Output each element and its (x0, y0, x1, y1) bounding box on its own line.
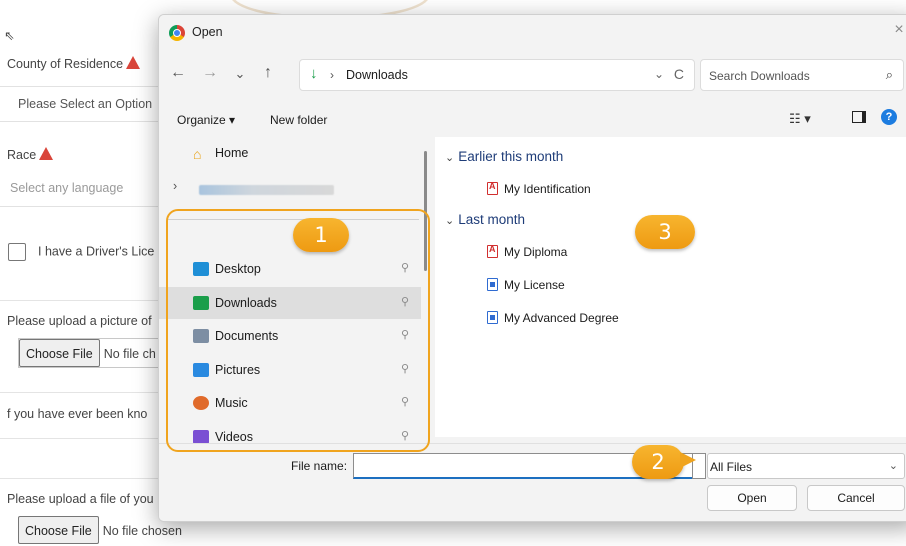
address-bar[interactable]: ↓ › Downloads ⌄ C (299, 59, 695, 91)
file-item[interactable]: My Diploma (487, 244, 567, 259)
dialog-title: Open (192, 25, 223, 39)
file-type-select[interactable]: All Files ⌄ (707, 453, 905, 479)
upload-picture-label: Please upload a picture of (7, 314, 152, 328)
choose-file-button[interactable]: Choose File (19, 339, 100, 367)
refresh-icon[interactable]: C (674, 66, 684, 82)
pointer-arrow-icon (680, 452, 696, 468)
search-input[interactable]: Search Downloads (709, 69, 810, 83)
address-dropdown-icon[interactable]: ⌄ (654, 67, 664, 81)
navigation-bar: ← → ⌄ ↑ ↓ › Downloads ⌄ C Search Downloa… (159, 55, 906, 95)
pdf-icon (487, 181, 498, 195)
search-icon: ⌕ (885, 67, 893, 82)
sidebar-item-home[interactable]: ⌂ Home (159, 137, 421, 169)
back-button[interactable]: ← (167, 64, 189, 82)
drivers-license-checkbox[interactable] (8, 243, 26, 261)
file-item[interactable]: My Advanced Degree (487, 311, 619, 325)
dialog-footer: File name: All Files ⌄ Open Cancel (159, 443, 906, 521)
open-button[interactable]: Open (707, 485, 797, 511)
command-bar: Organize ▾ New folder ☷ ▾ (159, 103, 906, 137)
step-badge-3: 3 (635, 215, 695, 249)
help-icon[interactable]: ? (881, 109, 897, 125)
collapse-chevron-icon[interactable]: ⌄ (445, 152, 454, 164)
upload-file-label: Please upload a file of you (7, 492, 154, 506)
county-label: County of Residence (7, 56, 141, 71)
collapse-chevron-icon[interactable]: ⌄ (445, 215, 454, 227)
preview-pane-icon[interactable] (852, 111, 866, 123)
divider (0, 478, 170, 479)
drivers-license-row[interactable]: I have a Driver's Lice (8, 243, 154, 261)
chrome-icon (169, 25, 185, 41)
view-options-icon[interactable]: ☷ ▾ (789, 111, 811, 127)
step-badge-2: 2 (632, 445, 684, 479)
known-as-label: f you have ever been kno (7, 407, 148, 421)
divider (0, 392, 170, 393)
cursor-icon: ⇖ (4, 29, 15, 43)
file-name-label: File name: (291, 459, 348, 473)
cancel-button[interactable]: Cancel (807, 485, 905, 511)
close-button[interactable]: × (889, 21, 906, 39)
organize-menu[interactable]: Organize ▾ (177, 113, 235, 127)
new-folder-button[interactable]: New folder (270, 113, 327, 127)
group-header-earlier-this-month[interactable]: ⌄ Earlier this month (445, 149, 563, 164)
up-button[interactable]: ↑ (257, 64, 279, 82)
file-item[interactable]: My Identification (487, 181, 591, 196)
document-icon (487, 311, 498, 324)
county-select[interactable]: Please Select an Option (0, 86, 170, 122)
downloads-icon: ↓ (310, 65, 318, 82)
breadcrumb-downloads[interactable]: Downloads (346, 68, 408, 82)
step-badge-1: 1 (293, 218, 349, 252)
file-item[interactable]: My License (487, 278, 565, 292)
race-label: Race (7, 147, 54, 162)
warning-icon (126, 56, 141, 69)
choose-file-button[interactable]: Choose File (18, 516, 99, 544)
file-list: ⌄Earlier this month My Identification ⌄L… (435, 137, 906, 437)
file-input-picture[interactable]: Choose File No file ch (18, 338, 178, 368)
group-header-last-month[interactable]: ⌄ Last month (445, 212, 525, 227)
pdf-icon (487, 244, 498, 258)
search-box[interactable]: Search Downloads ⌕ (700, 59, 904, 91)
warning-icon (39, 147, 54, 160)
expand-chevron-icon[interactable]: › (173, 179, 177, 193)
home-icon: ⌂ (193, 146, 202, 162)
breadcrumb-separator: › (330, 68, 334, 82)
forward-button[interactable]: → (199, 64, 221, 82)
title-bar: Open × (159, 15, 906, 51)
recent-locations-button[interactable]: ⌄ (229, 66, 251, 82)
blurred-account-name (199, 185, 334, 195)
divider (0, 300, 170, 301)
language-select[interactable]: Select any language (0, 171, 170, 207)
divider (0, 438, 170, 439)
chevron-down-icon: ⌄ (888, 460, 898, 472)
document-icon (487, 278, 498, 291)
